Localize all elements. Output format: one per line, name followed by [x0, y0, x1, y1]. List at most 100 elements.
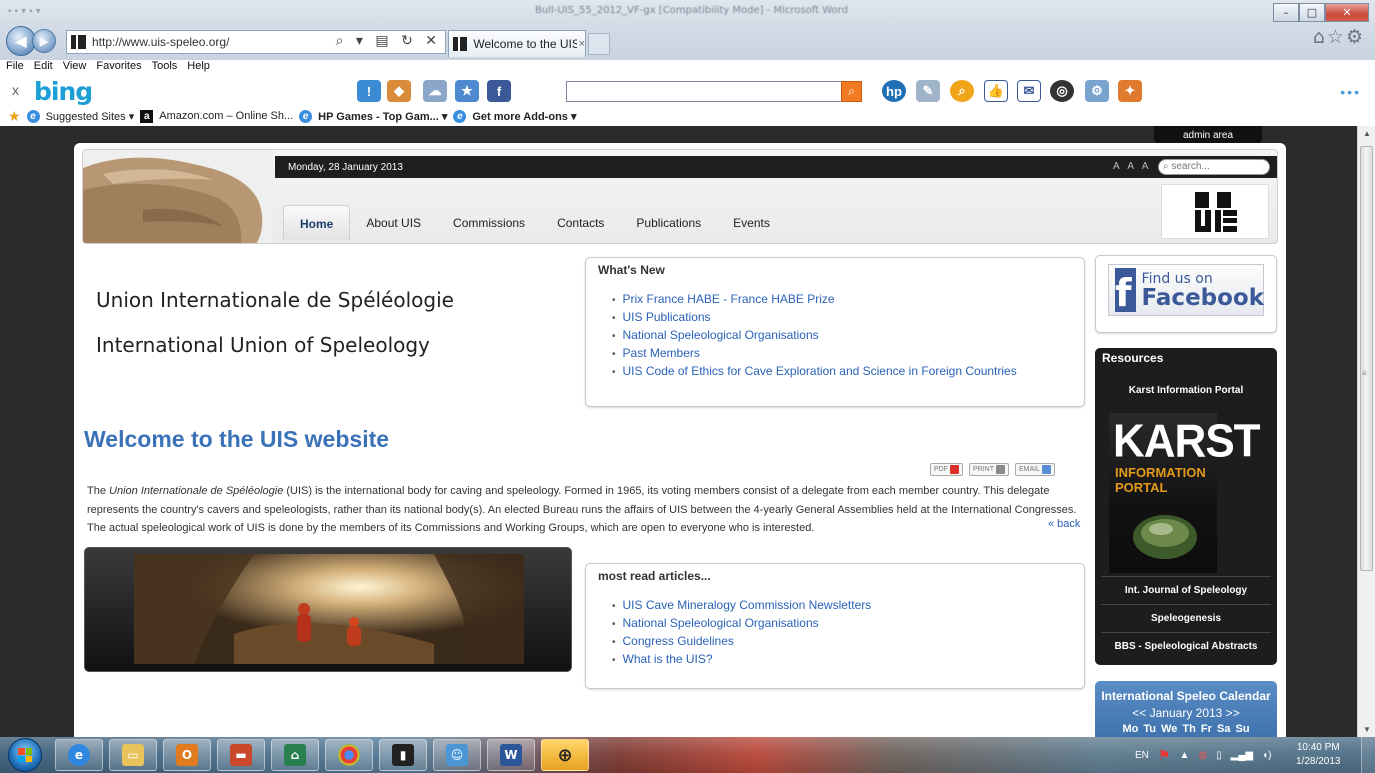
list-item[interactable]: National Speleological Organisations	[612, 615, 871, 633]
menu-help[interactable]: Help	[187, 60, 210, 76]
uis-logo[interactable]	[1161, 184, 1269, 239]
action-center-flag-icon[interactable]: ⚑	[1158, 747, 1171, 764]
close-window-button[interactable]: ✕	[1325, 3, 1369, 22]
menu-edit[interactable]: Edit	[34, 60, 53, 76]
fav-amazon[interactable]: Amazon.com – Online Sh...	[159, 110, 293, 122]
cave-photo-frame	[84, 547, 572, 672]
envelope-icon	[1042, 465, 1052, 474]
vertical-scrollbar[interactable]: ▲ ≡ ▼	[1357, 126, 1375, 737]
address-bar[interactable]: http://www.uis-speleo.org/ ⌕ ▾ ▤ ↻ ✕	[66, 30, 446, 54]
favorites-star-icon[interactable]: ★	[8, 108, 21, 125]
taskbar-ie[interactable]: e	[55, 739, 103, 771]
bing-search-input[interactable]: ⌕	[566, 81, 862, 102]
karst-portal-link[interactable]: Karst Information Portal	[1095, 385, 1277, 396]
fav-suggested-sites[interactable]: Suggested Sites ▾	[46, 110, 135, 123]
list-item[interactable]: Congress Guidelines	[612, 633, 871, 651]
cave-rock-banner	[83, 150, 273, 243]
back-arrow-icon: ◀	[15, 32, 27, 49]
signal-icon[interactable]: ▂▄▆	[1231, 750, 1253, 761]
new-tab-button[interactable]	[588, 33, 610, 55]
clock[interactable]: 10:40 PM 1/28/2013	[1296, 741, 1341, 769]
scroll-up-icon[interactable]: ▲	[1363, 129, 1371, 138]
list-item[interactable]: UIS Publications	[612, 309, 1017, 327]
alert-icon[interactable]: !	[357, 80, 381, 102]
nav-commissions[interactable]: Commissions	[437, 205, 541, 240]
bing-toolbar-close[interactable]: x	[12, 82, 19, 98]
menu-view[interactable]: View	[63, 60, 87, 76]
megaphone-icon[interactable]: ✦	[1118, 80, 1142, 102]
list-item[interactable]: National Speleological Organisations	[612, 327, 1017, 345]
nav-contacts[interactable]: Contacts	[541, 205, 620, 240]
browser-tab-active[interactable]: Welcome to the UIS... ×	[448, 30, 586, 57]
show-desktop-button[interactable]	[1361, 737, 1375, 773]
list-item[interactable]: Past Members	[612, 345, 1017, 363]
pdf-label: PDF	[934, 466, 948, 473]
maximize-button[interactable]: □	[1299, 3, 1325, 22]
list-item[interactable]: What is the UIS?	[612, 651, 871, 669]
security-icon[interactable]: ◍	[1198, 750, 1207, 761]
address-bar-tools[interactable]: ⌕ ▾ ▤ ↻ ✕	[336, 33, 441, 49]
weather-icon[interactable]: ☁	[423, 80, 447, 102]
facebook-icon[interactable]: f	[487, 80, 511, 102]
list-item[interactable]: UIS Cave Mineralogy Commission Newslette…	[612, 597, 872, 615]
bing-search-go-icon[interactable]: ⌕	[841, 81, 862, 102]
scroll-down-icon[interactable]: ▼	[1363, 725, 1371, 734]
tools-icon[interactable]: ✎	[916, 80, 940, 102]
forward-button[interactable]: ▶	[32, 29, 56, 53]
games-icon[interactable]: ◆	[387, 80, 411, 102]
minimize-button[interactable]: –	[1273, 3, 1299, 22]
address-url[interactable]: http://www.uis-speleo.org/	[92, 35, 229, 49]
menu-file[interactable]: File	[6, 60, 24, 76]
tab-close-icon[interactable]: ×	[579, 38, 585, 50]
fav-hp-games[interactable]: HP Games - Top Gam... ▾	[318, 110, 447, 123]
network-icon[interactable]: ⚙	[1085, 80, 1109, 102]
taskbar-outlook[interactable]: O	[163, 739, 211, 771]
volume-icon[interactable]: ◖)	[1262, 750, 1271, 761]
resource-link-bbs[interactable]: BBS - Speleological Abstracts	[1101, 632, 1271, 652]
clock-date: 1/28/2013	[1296, 756, 1341, 767]
taskbar-globe[interactable]: ⊕	[541, 739, 589, 771]
taskbar-explorer[interactable]: ▭	[109, 739, 157, 771]
fav-addons[interactable]: Get more Add-ons ▾	[472, 110, 576, 123]
uis-favicon-icon: ▮	[392, 744, 414, 766]
menu-tools[interactable]: Tools	[152, 60, 178, 76]
taskbar-word[interactable]: W	[487, 739, 535, 771]
bing-more-icon[interactable]: •••	[1340, 84, 1361, 100]
resource-link-speleogenesis[interactable]: Speleogenesis	[1101, 604, 1271, 624]
email-button[interactable]: EMAIL	[1015, 463, 1056, 476]
pdf-button[interactable]: PDF	[930, 463, 963, 476]
taskbar-chrome[interactable]	[325, 739, 373, 771]
language-indicator[interactable]: EN	[1135, 750, 1149, 761]
home-favorites-settings-icons[interactable]: ⌂☆⚙	[1313, 26, 1365, 48]
karst-portal-banner[interactable]: KARST INFORMATION PORTAL	[1109, 413, 1261, 573]
nav-events[interactable]: Events	[717, 205, 786, 240]
back-link[interactable]: « back	[1048, 518, 1080, 530]
comment-icon[interactable]: ✉	[1017, 80, 1041, 102]
site-search-input[interactable]: ⌕ search...	[1158, 159, 1270, 175]
taskbar-uis-window[interactable]: ▮	[379, 739, 427, 771]
facebook-button[interactable]: f Find us on Facebook	[1108, 264, 1264, 316]
font-size-controls[interactable]: A A A	[1113, 161, 1151, 172]
menu-favorites[interactable]: Favorites	[96, 60, 141, 76]
tray-expand-icon[interactable]: ▲	[1179, 750, 1189, 761]
calendar-month-nav[interactable]: << January 2013 >>	[1095, 706, 1277, 720]
outlook-icon: O	[176, 744, 198, 766]
thumbs-up-icon[interactable]: 👍	[984, 80, 1008, 102]
print-button[interactable]: PRINT	[969, 463, 1009, 476]
taskbar-users[interactable]: ☺	[433, 739, 481, 771]
nav-home[interactable]: Home	[283, 205, 351, 240]
taskbar-powerpoint[interactable]: ▬	[217, 739, 265, 771]
circle-app-icon[interactable]: ◎	[1050, 80, 1074, 102]
search-lens-icon[interactable]: ⌕	[950, 80, 974, 102]
list-item[interactable]: Prix France HABE - France HABE Prize	[612, 291, 1017, 309]
resource-link-int-journal[interactable]: Int. Journal of Speleology	[1101, 576, 1271, 596]
nav-publications[interactable]: Publications	[620, 205, 717, 240]
nav-about-uis[interactable]: About UIS	[350, 205, 437, 240]
start-button[interactable]	[8, 738, 42, 772]
taskbar-hp[interactable]: ⌂	[271, 739, 319, 771]
list-item[interactable]: UIS Code of Ethics for Cave Exploration …	[612, 363, 1017, 381]
battery-icon[interactable]: ▯	[1216, 750, 1222, 761]
hp-icon[interactable]: hp	[882, 80, 906, 102]
scroll-thumb[interactable]: ≡	[1360, 146, 1373, 571]
favorites-star-icon[interactable]: ★	[455, 80, 479, 102]
